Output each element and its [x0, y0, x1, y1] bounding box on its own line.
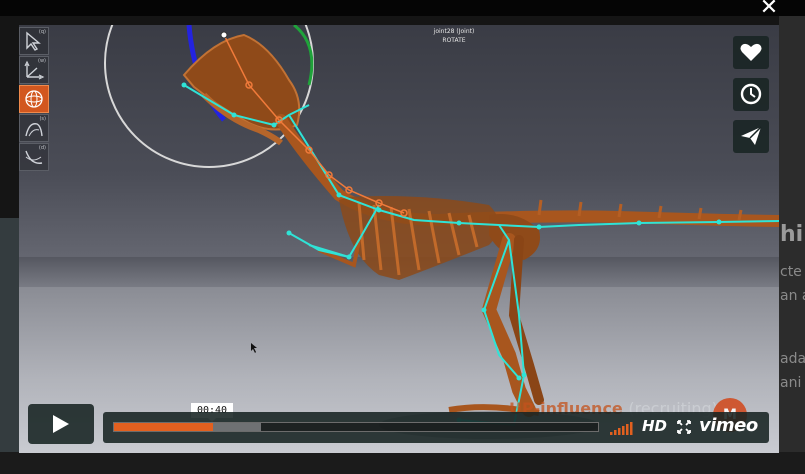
tool-shortcut-key: (q): [38, 29, 46, 35]
curve-tool-a[interactable]: (s): [19, 114, 49, 142]
share-button[interactable]: [733, 120, 769, 153]
fullscreen-icon[interactable]: [677, 420, 691, 434]
tool-mode-label: ROTATE: [442, 37, 466, 44]
play-icon: [53, 415, 69, 433]
background-text-line: ada: [780, 351, 805, 367]
volume-icon[interactable]: [610, 421, 636, 435]
play-button[interactable]: [28, 404, 94, 444]
tool-palette: (q) (w) (s) (d): [19, 27, 49, 172]
watch-later-button[interactable]: [733, 78, 769, 111]
selected-joint-handle[interactable]: [220, 31, 228, 39]
clock-icon: [740, 83, 762, 105]
background-heading: hir: [780, 222, 805, 247]
background-text-line: cte: [780, 264, 802, 280]
joint-name-label: joint28 (Joint): [433, 28, 475, 35]
move-tool[interactable]: (w): [19, 56, 49, 84]
close-lightbox-button[interactable]: ✕: [758, 0, 780, 19]
background-text-line: ani: [780, 375, 802, 391]
tool-shortcut-key: (w): [38, 58, 46, 64]
heart-icon: [740, 43, 762, 61]
viewport-hud: joint28 (Joint) ROTATE: [409, 27, 499, 45]
tool-shortcut-key: (d): [38, 145, 46, 151]
like-button[interactable]: [733, 36, 769, 69]
paper-plane-icon: [741, 126, 762, 145]
curve-tool-b[interactable]: (d): [19, 143, 49, 171]
background-text-line: an a: [780, 288, 805, 304]
tool-shortcut-key: (s): [39, 116, 46, 122]
hd-toggle[interactable]: HD: [642, 417, 667, 435]
top-bar: [0, 0, 805, 16]
rotate-tool[interactable]: [19, 85, 49, 113]
progress-bar[interactable]: [113, 422, 599, 432]
vimeo-logo[interactable]: vimeo: [699, 415, 758, 436]
background-bottom-strip: [0, 452, 805, 474]
mouse-cursor-icon: [251, 343, 257, 353]
video-player[interactable]: joint28 (Joint) ROTATE (q) (w) (s) (d) U…: [19, 25, 779, 453]
rotate-sphere-icon: [25, 90, 43, 108]
dinosaur-skeleton-scene: [104, 25, 779, 439]
progress-played: [114, 423, 214, 431]
select-tool[interactable]: (q): [19, 27, 49, 55]
control-bar: HD vimeo: [103, 412, 769, 443]
